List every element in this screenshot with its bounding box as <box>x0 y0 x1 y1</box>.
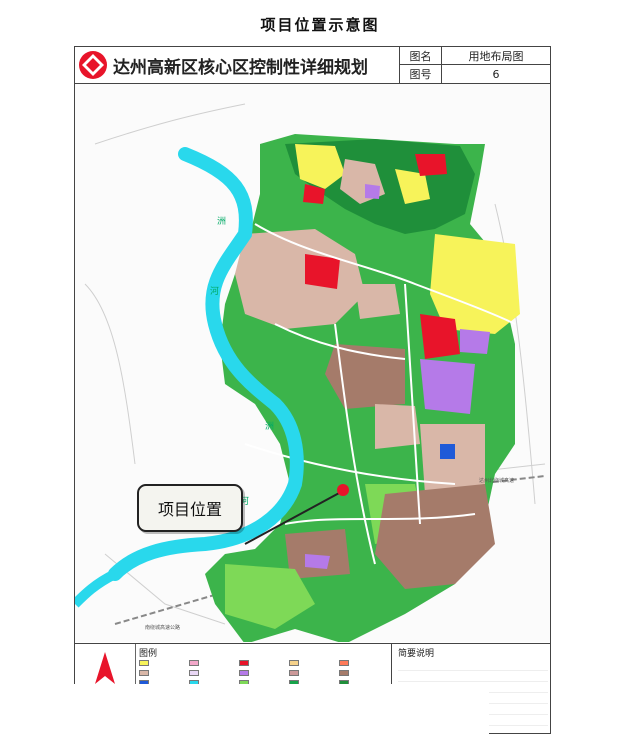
project-location-callout: 项目位置 <box>137 484 243 532</box>
central-special-zone <box>420 359 475 414</box>
legend-item <box>289 668 339 678</box>
legend-item <box>139 668 189 678</box>
meta-number-label: 图号 <box>400 65 442 83</box>
river-label-1: 洲 <box>217 216 226 227</box>
sheet-meta-table: 图名 用地布局图 图号 6 <box>399 47 550 83</box>
legend-item <box>189 668 239 678</box>
meta-name-value: 用地布局图 <box>442 47 550 65</box>
north-special-1 <box>365 184 380 199</box>
plan-title: 达州高新区核心区控制性详细规划 <box>113 58 368 78</box>
land-use-map: 洲 河 洲 河 达州北绕城高速 南绕城高速公路 <box>75 84 550 642</box>
legend-item <box>339 668 389 678</box>
notes-label: 简要说明 <box>398 649 435 659</box>
legend-item <box>239 658 289 668</box>
central-commercial-1 <box>305 254 340 289</box>
legend-item <box>189 658 239 668</box>
meta-name-label: 图名 <box>400 47 442 65</box>
east-commercial-1 <box>420 314 460 359</box>
road-label-north: 达州北绕城高速 <box>479 477 514 484</box>
north-commercial-1 <box>415 154 447 176</box>
legend-item <box>139 658 189 668</box>
legend-item <box>239 668 289 678</box>
project-location-marker <box>337 484 349 496</box>
land-use-map-drawing: 洲 河 洲 河 达州北绕城高速 南绕城高速公路 <box>75 84 550 642</box>
sheet-header: 达州高新区核心区控制性详细规划 图名 用地布局图 图号 6 <box>75 47 550 84</box>
river-label-3: 洲 <box>265 421 274 432</box>
page-bottom-mask <box>74 684 489 738</box>
legend-item <box>289 658 339 668</box>
meta-number-value: 6 <box>492 67 500 81</box>
document-title: 项目位置示意图 <box>260 16 380 34</box>
south-special-1 <box>305 554 330 569</box>
central-utility-block <box>440 444 455 459</box>
central-residential-2 <box>355 284 400 319</box>
legend-item <box>339 658 389 668</box>
plan-sheet: 达州高新区核心区控制性详细规划 图名 用地布局图 图号 6 洲 河 洲 河 达州… <box>74 46 551 734</box>
river-label-2: 河 <box>210 285 219 297</box>
road-label-south: 南绕城高速公路 <box>145 624 180 631</box>
plan-logo-icon <box>79 51 107 79</box>
east-special-1 <box>460 329 490 354</box>
